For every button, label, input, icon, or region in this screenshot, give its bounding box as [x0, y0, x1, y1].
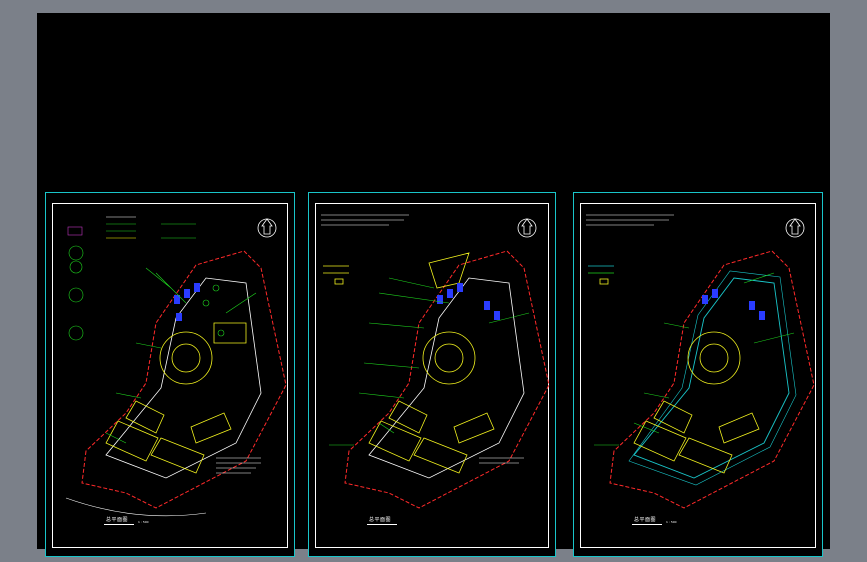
green-annotations	[329, 277, 530, 446]
blue-blocks	[702, 289, 765, 320]
sheet-3-title-underline	[632, 524, 662, 525]
sheet-1-scale: 1 : 500	[138, 520, 149, 524]
notes-block	[216, 457, 261, 474]
drawing-sheet-1[interactable]: 总平面图 1 : 500	[45, 192, 295, 557]
cad-drawing-canvas[interactable]: 总平面图 1 : 500 总平面图 总平面图 1: 500	[37, 13, 830, 557]
sheet-2-title-underline	[367, 524, 397, 525]
header-notes	[586, 214, 674, 226]
north-arrow-icon	[785, 218, 805, 238]
sheet-2-title: 总平面图	[369, 517, 392, 523]
drawing-sheet-3[interactable]: 总平面图 1 : 500	[573, 192, 823, 557]
building-group	[105, 322, 247, 474]
blue-blocks	[437, 283, 500, 320]
north-arrow-icon	[517, 218, 537, 238]
site-plan-1	[65, 216, 287, 517]
blue-blocks	[174, 283, 200, 321]
north-arrow-icon	[257, 218, 277, 238]
sheet-3-scale: 1 : 500	[666, 520, 677, 524]
legend-block	[67, 216, 196, 341]
site-plan-3	[586, 214, 815, 509]
drawing-sheet-2[interactable]: 总平面图	[308, 192, 556, 557]
legend-block	[588, 265, 614, 285]
building-group	[368, 252, 495, 474]
green-annotations	[105, 267, 257, 444]
sheet-1-title-underline	[104, 524, 134, 525]
sheet-1-title: 总平面图	[106, 517, 129, 523]
header-notes	[321, 214, 409, 226]
green-annotations	[594, 272, 795, 446]
site-plan-2	[321, 214, 550, 509]
notes-block	[479, 457, 524, 464]
sheet-3-title: 总平面图	[634, 517, 657, 523]
legend-block	[323, 265, 349, 285]
